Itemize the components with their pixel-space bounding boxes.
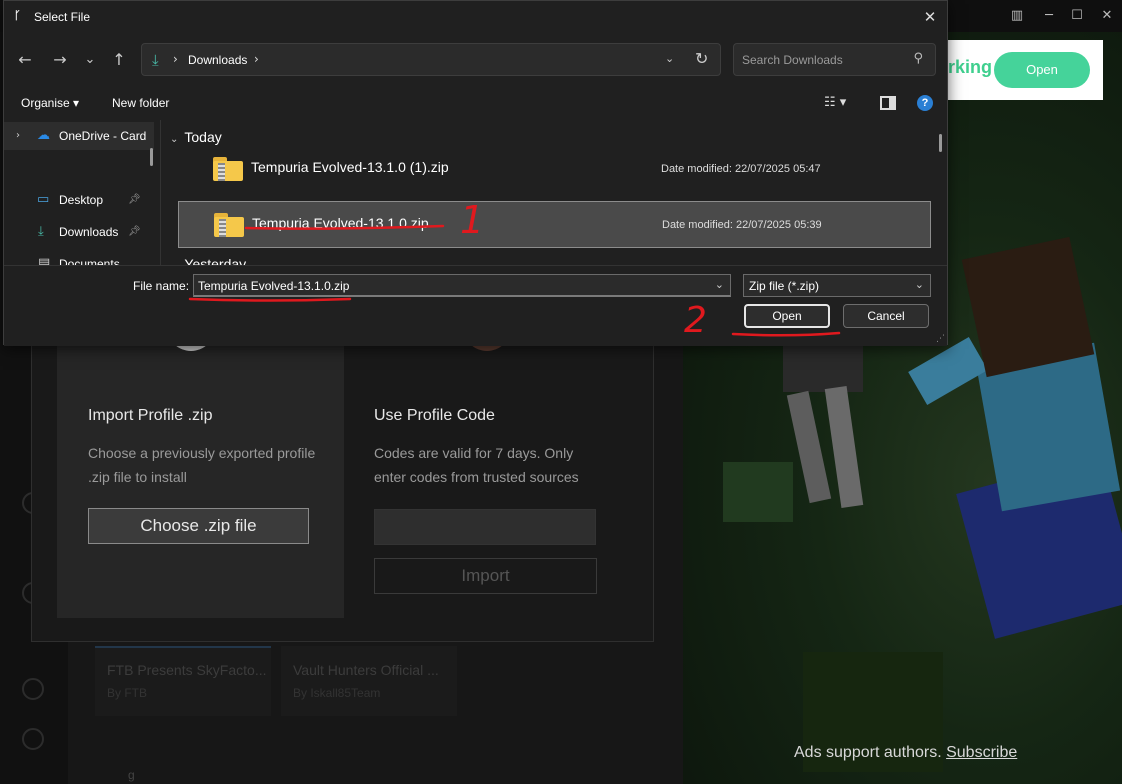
close-icon[interactable]: ✕ (917, 5, 943, 29)
collapse-chevron-icon[interactable]: ⌄ (170, 134, 178, 145)
import-profile-modal: Import Profile .zip Choose a previously … (31, 310, 654, 642)
nav-label-desktop: Desktop (59, 193, 104, 207)
ad-open-button[interactable]: Open (994, 52, 1090, 88)
subscribe-link[interactable]: Subscribe (946, 744, 1017, 761)
select-file-dialog: ᚴ Select File ✕ ← → ⌄ ↑ ⤓ › Downloads › … (3, 0, 949, 346)
nav-scrollbar[interactable] (150, 148, 153, 166)
file-name: Tempuria Evolved-13.1.0.zip (252, 215, 429, 231)
nav-item-desktop[interactable]: ▭ Desktop 📌︎ (4, 186, 154, 214)
background-bottom-text: g (128, 768, 135, 782)
file-name-input[interactable] (198, 278, 698, 294)
nav-label-onedrive: OneDrive - Card (59, 129, 147, 143)
file-name-combobox[interactable]: ⌄ (193, 274, 731, 297)
maximize-icon[interactable]: ☐ (1066, 6, 1088, 26)
modpack-card-title: Vault Hunters Official ... (293, 662, 439, 678)
file-list: ⌄ Today Tempuria Evolved-13.1.0 (1).zip D… (162, 120, 949, 265)
forward-arrow-icon[interactable]: → (49, 49, 71, 71)
app-logo-icon: ᚴ (14, 10, 21, 22)
sidebar-toggle-icon[interactable]: ▥ (1006, 6, 1028, 26)
document-icon: ▤ (38, 256, 51, 265)
zip-folder-icon (213, 157, 243, 181)
file-type-select[interactable]: Zip file (*.zip) ⌄ (743, 274, 931, 297)
dialog-toolbar: Organise ▾ New folder ☷ ▾ ? (4, 87, 947, 119)
cloud-icon: ☁ (37, 128, 50, 143)
group-label: Today (184, 129, 222, 145)
ad-banner[interactable]: rking Open (948, 40, 1103, 100)
group-label: Yesterday (184, 256, 247, 265)
file-row[interactable]: Tempuria Evolved-13.1.0 (1).zip Date mod… (178, 146, 931, 193)
open-button[interactable]: Open (744, 304, 830, 328)
import-button[interactable]: Import (374, 558, 597, 594)
modpack-card-author: By FTB (107, 686, 148, 700)
search-icon[interactable]: ⚲ (913, 51, 923, 66)
download-icon: ⤓ (38, 224, 44, 239)
settings-rail-icon[interactable] (22, 728, 44, 750)
help-icon[interactable]: ? (917, 95, 933, 111)
import-zip-panel: Import Profile .zip Choose a previously … (57, 311, 344, 618)
profile-code-input[interactable] (374, 509, 596, 545)
expand-chevron-icon[interactable]: › (16, 130, 20, 141)
ads-support-line: Ads support authors. Subscribe (794, 744, 1017, 762)
file-date-modified: Date modified: 22/07/2025 05:47 (661, 163, 821, 175)
up-arrow-icon[interactable]: ↑ (108, 49, 130, 71)
nav-item-documents[interactable]: ▤ Documents (4, 250, 154, 265)
modpack-card-title: FTB Presents SkyFacto... (107, 662, 267, 678)
ad-banner-text: rking (948, 57, 993, 77)
recent-locations-icon[interactable]: ⌄ (79, 49, 101, 71)
dialog-bottom-bar: File name: ⌄ Zip file (*.zip) ⌄ Open Can… (4, 265, 947, 346)
organise-menu-button[interactable]: Organise ▾ (21, 96, 79, 110)
file-list-scrollbar[interactable] (939, 134, 942, 152)
import-zip-description: Choose a previously exported profile .zi… (88, 445, 316, 485)
breadcrumb-separator[interactable]: › (254, 52, 259, 66)
group-header-today[interactable]: ⌄ Today (170, 129, 222, 145)
profile-code-panel: Use Profile Code Codes are valid for 7 d… (343, 311, 630, 618)
profile-code-description: Codes are valid for 7 days. Only enter c… (374, 445, 579, 485)
nav-label-documents: Documents (59, 257, 120, 265)
download-icon: ⤓ (152, 51, 159, 69)
file-name-label: File name: (133, 279, 190, 293)
pin-icon: 📌︎ (128, 226, 141, 237)
preview-pane-icon[interactable] (880, 96, 896, 110)
minimize-icon[interactable]: ─ (1038, 6, 1060, 26)
breadcrumb-separator: › (173, 52, 178, 66)
chevron-down-icon[interactable]: ⌄ (665, 52, 674, 65)
resize-grip-icon[interactable]: ⋰ (936, 334, 945, 344)
new-folder-button[interactable]: New folder (112, 96, 169, 110)
nav-item-onedrive[interactable]: › ☁ OneDrive - Card (4, 122, 154, 150)
address-bar[interactable]: ⤓ › Downloads › ⌄ ↻ (141, 43, 721, 76)
file-row-selected[interactable]: Tempuria Evolved-13.1.0.zip Date modifie… (178, 201, 931, 248)
file-type-value: Zip file (*.zip) (749, 279, 820, 293)
file-date-modified: Date modified: 22/07/2025 05:39 (662, 219, 822, 231)
nav-item-downloads[interactable]: ⤓ Downloads 📌︎ (4, 218, 154, 246)
modpack-card-author: By Iskall85Team (293, 686, 381, 700)
pin-icon: 📌︎ (128, 194, 141, 205)
search-input[interactable] (742, 52, 902, 68)
navigation-pane: › ☁ OneDrive - Card ▭ Desktop 📌︎ ⤓ Downl… (4, 120, 161, 265)
group-header-yesterday[interactable]: ⌄Yesterday (170, 256, 246, 265)
desktop-icon: ▭ (37, 192, 50, 207)
refresh-icon[interactable]: ↻ (695, 49, 708, 68)
ads-support-text: Ads support authors. (794, 744, 942, 761)
modpack-card[interactable]: FTB Presents SkyFacto... By FTB (95, 646, 271, 716)
view-options-icon[interactable]: ☷ ▾ (824, 95, 864, 113)
nav-label-downloads: Downloads (59, 225, 119, 239)
back-arrow-icon[interactable]: ← (14, 49, 36, 71)
modpack-card[interactable]: Vault Hunters Official ... By Iskall85Te… (281, 646, 457, 716)
help-rail-icon[interactable] (22, 678, 44, 700)
app-close-icon[interactable]: ✕ (1096, 6, 1118, 26)
breadcrumb-downloads[interactable]: Downloads (188, 53, 247, 67)
choose-zip-button[interactable]: Choose .zip file (88, 508, 309, 544)
chevron-down-icon[interactable]: ⌄ (915, 278, 924, 291)
cancel-button[interactable]: Cancel (843, 304, 929, 328)
dialog-title: Select File (34, 10, 91, 24)
import-zip-title: Import Profile .zip (88, 407, 213, 424)
zip-folder-icon (214, 213, 244, 237)
chevron-down-icon[interactable]: ⌄ (715, 278, 724, 291)
file-name: Tempuria Evolved-13.1.0 (1).zip (251, 159, 449, 175)
profile-code-title: Use Profile Code (374, 407, 495, 424)
search-box[interactable]: ⚲ (733, 43, 936, 76)
dialog-titlebar: ᚴ Select File ✕ (4, 1, 947, 33)
